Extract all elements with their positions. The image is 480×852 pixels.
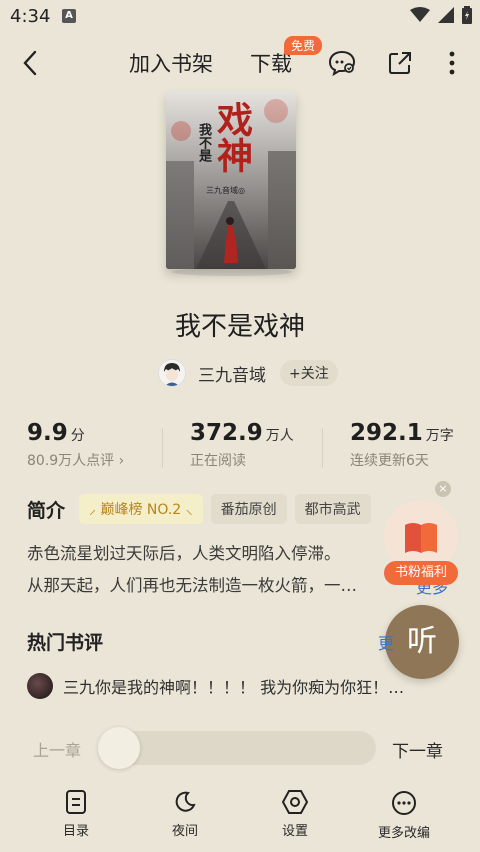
night-mode-button[interactable]: 夜间 xyxy=(145,790,225,839)
follow-button[interactable]: +关注 xyxy=(280,360,338,386)
readers-label: 正在阅读 xyxy=(190,453,246,469)
add-shelf-button[interactable]: 加入书架 xyxy=(124,40,218,86)
rating-count: 80.9万人点评 › xyxy=(27,453,125,469)
cover-side-title: 我不是 xyxy=(196,123,211,162)
more-adaptations-button[interactable]: 更多改编 xyxy=(364,790,444,841)
signal-icon xyxy=(438,7,454,23)
close-icon[interactable]: × xyxy=(435,481,451,497)
back-button[interactable] xyxy=(12,40,48,86)
toc-icon xyxy=(66,790,86,814)
reviewer-avatar xyxy=(27,673,53,699)
toc-label: 目录 xyxy=(62,824,89,839)
red-book-icon xyxy=(405,523,437,553)
avatar-art xyxy=(159,360,185,386)
settings-button[interactable]: 设置 xyxy=(255,790,335,839)
readers-unit: 万人 xyxy=(265,428,294,444)
more-label: 更多改编 xyxy=(377,826,430,841)
stat-readers: 372.9 万人 正在阅读 xyxy=(190,420,294,470)
intro-heading: 简介 xyxy=(27,499,66,522)
hot-reviews-heading: 热门书评 xyxy=(27,632,104,654)
chat-button[interactable] xyxy=(324,40,360,86)
chat-bubble-icon xyxy=(328,50,356,76)
moon-icon xyxy=(175,791,196,812)
chapter-slider-knob[interactable] xyxy=(98,727,140,769)
chapter-slider-track[interactable] xyxy=(100,731,376,765)
cover-title: 戏神 xyxy=(211,101,253,173)
status-bar: 4:34 A xyxy=(0,0,480,34)
rank-tag[interactable]: ⸝ 巅峰榜 NO.2 ⸜ xyxy=(79,494,203,524)
genre-tag[interactable]: 都市高武 xyxy=(294,494,371,524)
welfare-label[interactable]: 书粉福利 xyxy=(384,561,458,585)
more-vertical-icon xyxy=(449,51,455,75)
battery-icon xyxy=(462,6,472,24)
settings-label: 设置 xyxy=(281,824,308,839)
hot-reviews-more[interactable]: 更 xyxy=(378,630,394,654)
review-text: 三九你是我的神啊！！！！ 我为你痴为你狂！… xyxy=(63,678,405,697)
author-row: 三九音域 +关注 xyxy=(158,358,338,388)
share-icon xyxy=(389,52,411,74)
top-nav: 加入书架 下载 xyxy=(0,40,480,86)
settings-icon xyxy=(282,790,308,814)
more-options-button[interactable] xyxy=(440,40,464,86)
cover-shadow xyxy=(172,268,292,276)
rating-value: 9.9 xyxy=(27,420,68,446)
update-status: 连续更新6天 xyxy=(350,453,429,469)
more-horizontal-icon xyxy=(392,791,416,815)
listen-button[interactable]: 听 xyxy=(385,605,459,679)
wifi-icon xyxy=(410,7,430,22)
divider xyxy=(162,428,163,468)
author-name[interactable]: 三九音域 xyxy=(198,361,266,386)
book-cover[interactable]: 戏神 我不是 三九音域◎ xyxy=(166,91,296,269)
book-title: 我不是戏神 xyxy=(174,312,305,342)
words-unit: 万字 xyxy=(425,428,454,444)
category-tag[interactable]: 番茄原创 xyxy=(210,494,287,524)
status-time: 4:34 xyxy=(10,6,51,27)
stat-rating[interactable]: 9.9 分 80.9万人点评 › xyxy=(27,420,124,470)
intro-header: 简介 ⸝ 巅峰榜 NO.2 ⸜ 番茄原创 都市高武 xyxy=(27,494,371,524)
cover-author: 三九音域◎ xyxy=(206,186,245,195)
free-badge: 免费 xyxy=(284,36,323,55)
toc-button[interactable]: 目录 xyxy=(36,790,116,839)
author-avatar[interactable] xyxy=(158,359,186,387)
words-value: 292.1 xyxy=(350,420,423,446)
night-label: 夜间 xyxy=(171,824,198,839)
divider xyxy=(322,428,323,468)
notification-icon: A xyxy=(62,9,76,23)
prev-chapter-button[interactable]: 上一章 xyxy=(33,737,81,761)
readers-value: 372.9 xyxy=(190,420,263,446)
next-chapter-button[interactable]: 下一章 xyxy=(392,737,443,762)
share-button[interactable] xyxy=(382,40,418,86)
stat-words: 292.1 万字 连续更新6天 xyxy=(350,420,454,470)
bottom-bar: 目录 夜间 设置 更多改编 xyxy=(0,790,480,852)
back-arrow-icon xyxy=(23,50,37,76)
status-icons xyxy=(410,6,472,24)
rating-unit: 分 xyxy=(70,428,85,444)
review-item[interactable]: 三九你是我的神啊！！！！ 我为你痴为你狂！… xyxy=(27,673,457,699)
